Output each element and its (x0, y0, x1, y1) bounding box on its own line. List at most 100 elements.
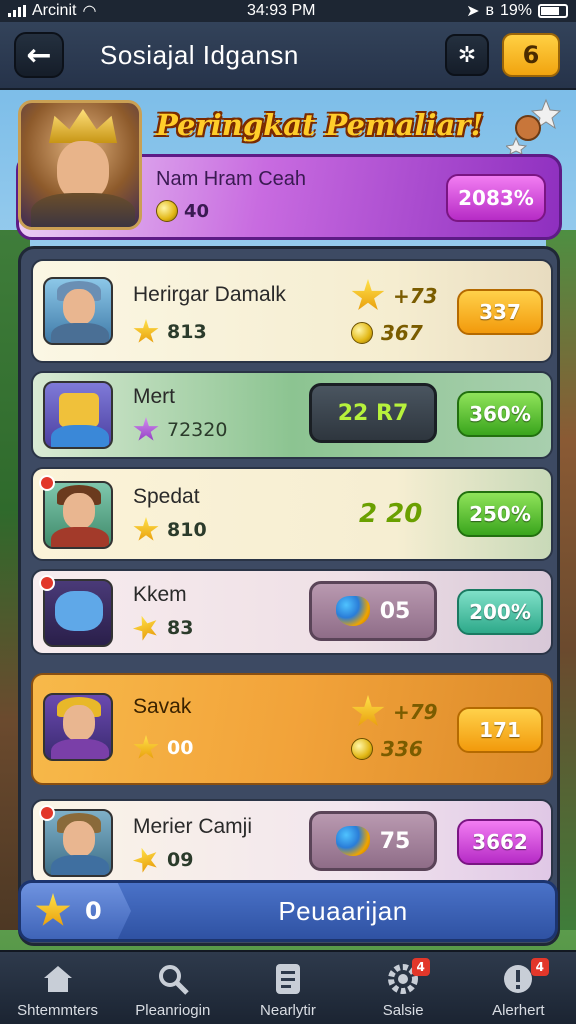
row-score-button[interactable]: 360% (457, 391, 543, 437)
alert-dot-icon (39, 805, 55, 821)
row-score-button[interactable]: 250% (457, 491, 543, 537)
back-button[interactable]: ← (14, 32, 64, 78)
featured-player-banner[interactable]: Peringkat Pemaliar! Nam Hram Ceah 40 208… (16, 98, 562, 240)
settings-button[interactable]: ✲ (445, 34, 489, 76)
row-stat-chip-value: 75 (379, 828, 411, 854)
player-stars: 813 (133, 319, 207, 345)
level-badge[interactable]: 6 (502, 33, 560, 77)
nav-label: Salsie (382, 1002, 424, 1019)
row-extra-score: 2 20 (359, 499, 423, 529)
player-name: Kkem (133, 583, 187, 606)
footer-star-count: 0 (21, 883, 131, 939)
featured-coins-value: 40 (184, 200, 210, 222)
search-icon (153, 960, 193, 998)
star-decoration-icon (506, 98, 562, 154)
row-score-button[interactable]: 337 (457, 289, 543, 335)
player-name: Spedat (133, 485, 200, 508)
home-icon (38, 960, 78, 998)
stat-coins: 367 (381, 321, 423, 345)
row-score-button[interactable]: 3662 (457, 819, 543, 865)
leaderboard-row[interactable]: Kkem 83 05 200% (31, 569, 553, 655)
battery-percent: 19% (499, 2, 532, 19)
carrier-name: Arcinit (32, 2, 77, 19)
leaderboard-row[interactable]: Savak 00 +79 336 171 (31, 673, 553, 785)
page-title: Sosiajal Idgansn (100, 40, 299, 70)
player-stars: 83 (133, 615, 193, 641)
player-avatar (43, 809, 113, 877)
leaderboard-row[interactable]: Mert 72320 22 R7 360% (31, 371, 553, 459)
player-name: Merier Camji (133, 815, 253, 838)
crown-icon (49, 109, 117, 143)
featured-coins: 40 (156, 200, 209, 222)
document-icon (268, 960, 308, 998)
leaderboard-list: Herirgar Damalk 813 +73 367 337 Mert 723… (18, 246, 560, 946)
coin-icon (351, 738, 373, 760)
star-icon (133, 319, 159, 343)
star-icon (351, 695, 385, 726)
signal-icon (8, 5, 26, 17)
location-icon: ➤ (466, 3, 480, 20)
nav-item-alert[interactable]: 4 Alerhert (461, 952, 576, 1024)
stat-bonus: +79 (393, 700, 438, 724)
notification-badge: 4 (411, 958, 430, 976)
nav-item-home[interactable]: Shtemmters (0, 952, 115, 1024)
row-score-button[interactable]: 171 (457, 707, 543, 753)
nav-label: Nearlytir (260, 1002, 316, 1019)
nav-label: Alerhert (492, 1002, 545, 1019)
nav-item-settings[interactable]: 4 Salsie (346, 952, 461, 1024)
stat-coins: 336 (381, 737, 423, 761)
leaderboard-row[interactable]: Merier Camji 09 75 3662 (31, 799, 553, 885)
banner-heading: Peringkat Pemaliar! (156, 108, 484, 142)
featured-avatar (18, 100, 142, 230)
coin-icon (351, 322, 373, 344)
player-avatar (43, 481, 113, 549)
star-icon (133, 517, 159, 541)
alert-dot-icon (39, 575, 55, 591)
player-avatar (43, 693, 113, 761)
player-stars-value: 810 (167, 519, 207, 541)
status-time: 34:93 PM (247, 2, 316, 19)
row-stat-chip-value: 05 (379, 598, 411, 624)
player-stars-value: 83 (167, 617, 194, 639)
player-name: Mert (133, 385, 175, 408)
gear-icon: ✲ (457, 42, 477, 68)
player-stars: 00 (133, 735, 193, 761)
player-stars: 09 (133, 847, 193, 873)
gem-bag-icon (335, 826, 370, 856)
player-avatar (43, 579, 113, 647)
nav-item-document[interactable]: Nearlytir (230, 952, 345, 1024)
player-stars-value: 00 (167, 737, 194, 759)
player-stars-value: 09 (167, 849, 194, 871)
row-score-button[interactable]: 200% (457, 589, 543, 635)
featured-score-button[interactable]: 2083% (446, 174, 546, 222)
player-avatar (43, 277, 113, 345)
purple-star-icon (133, 417, 159, 441)
player-stars: 810 (133, 517, 207, 543)
nav-label: Pleanriogin (135, 1002, 211, 1019)
stat-bonus: +73 (393, 284, 438, 308)
player-name: Herirgar Damalk (133, 283, 286, 306)
battery-icon (538, 4, 568, 18)
nav-item-search[interactable]: Pleanriogin (115, 952, 230, 1024)
player-stars-value: 813 (167, 321, 207, 343)
status-bar: Arcinit ◠ 34:93 PM ➤ ʙ 19% (0, 0, 576, 22)
star-icon (351, 279, 385, 310)
featured-player-name: Nam Hram Ceah (156, 168, 307, 190)
footer-star-count-value: 0 (85, 897, 102, 925)
leaderboard-row[interactable]: Herirgar Damalk 813 +73 367 337 (31, 259, 553, 363)
player-stars-value: 72320 (167, 419, 228, 441)
back-arrow-icon: ← (26, 37, 52, 73)
player-stats: +79 336 (351, 695, 438, 761)
leaderboard-row[interactable]: Spedat 810 2 20 250% (31, 467, 553, 561)
notification-badge: 4 (530, 958, 549, 976)
row-stat-chip[interactable]: 22 R7 (309, 383, 437, 443)
star-icon (133, 735, 159, 759)
row-stat-chip[interactable]: 05 (309, 581, 437, 641)
gem-bag-icon (335, 596, 370, 626)
row-stat-chip[interactable]: 75 (309, 811, 437, 871)
app-header: ← Sosiajal Idgansn ✲ 6 (0, 22, 576, 90)
star-icon (129, 611, 162, 644)
star-icon (129, 843, 162, 876)
footer-action-bar[interactable]: 0 Peuaarijan (18, 880, 558, 942)
player-stars: 72320 (133, 417, 227, 443)
